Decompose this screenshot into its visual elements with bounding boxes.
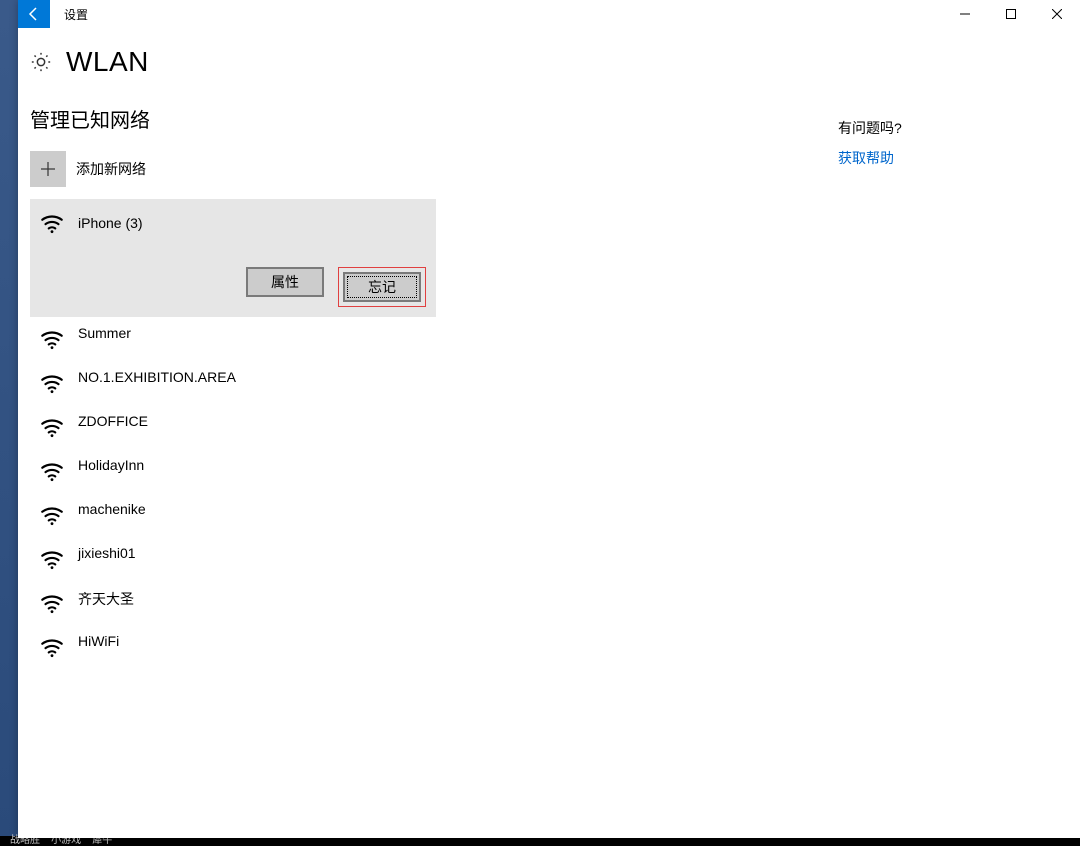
settings-window: 设置 WLAN 管理已知网络 <box>18 0 1080 838</box>
help-sidebar: 有问题吗? 获取帮助 <box>838 118 1038 168</box>
network-name: NO.1.EXHIBITION.AREA <box>78 369 236 385</box>
wifi-icon <box>38 369 66 397</box>
page-title: WLAN <box>66 46 149 78</box>
page-header: WLAN <box>30 46 838 78</box>
network-name: jixieshi01 <box>78 545 136 561</box>
annotation-highlight: 忘记 <box>338 267 426 307</box>
network-name: HiWiFi <box>78 633 119 649</box>
network-name: machenike <box>78 501 146 517</box>
known-networks-list: iPhone (3) 属性 忘记 Summer NO.1.EXHIBIT <box>30 199 838 669</box>
wifi-icon <box>38 501 66 529</box>
forget-button[interactable]: 忘记 <box>343 272 421 302</box>
desktop-background-edge <box>0 0 18 846</box>
network-name: Summer <box>78 325 131 341</box>
wifi-icon <box>38 457 66 485</box>
gear-icon <box>30 51 52 73</box>
network-name: HolidayInn <box>78 457 144 473</box>
network-item[interactable]: HolidayInn <box>30 449 436 493</box>
back-button[interactable] <box>18 0 50 28</box>
wifi-icon <box>38 325 66 353</box>
maximize-icon <box>1006 9 1016 19</box>
network-name: 齐天大圣 <box>78 589 134 609</box>
help-header: 有问题吗? <box>838 118 1038 138</box>
wifi-icon <box>38 413 66 441</box>
wifi-icon <box>38 633 66 661</box>
maximize-button[interactable] <box>988 0 1034 28</box>
add-network-label: 添加新网络 <box>76 159 146 179</box>
close-icon <box>1052 9 1062 19</box>
network-name: iPhone (3) <box>78 215 143 231</box>
section-header: 管理已知网络 <box>30 104 838 133</box>
network-item[interactable]: NO.1.EXHIBITION.AREA <box>30 361 436 405</box>
network-item[interactable]: jixieshi01 <box>30 537 436 581</box>
titlebar: 设置 <box>18 0 1080 28</box>
network-item[interactable]: Summer <box>30 317 436 361</box>
close-button[interactable] <box>1034 0 1080 28</box>
main-column: WLAN 管理已知网络 添加新网络 iPhone (3) <box>18 46 838 838</box>
minimize-icon <box>960 9 970 19</box>
content-area: WLAN 管理已知网络 添加新网络 iPhone (3) <box>18 28 1080 838</box>
arrow-left-icon <box>26 6 42 22</box>
minimize-button[interactable] <box>942 0 988 28</box>
properties-button[interactable]: 属性 <box>246 267 324 297</box>
network-item[interactable]: machenike <box>30 493 436 537</box>
help-link[interactable]: 获取帮助 <box>838 148 1038 168</box>
network-item[interactable]: HiWiFi <box>30 625 436 669</box>
wifi-icon <box>38 209 66 237</box>
network-item[interactable]: 齐天大圣 <box>30 581 436 625</box>
window-controls <box>942 0 1080 28</box>
network-name: ZDOFFICE <box>78 413 148 429</box>
window-title: 设置 <box>50 0 102 28</box>
plus-icon <box>30 151 66 187</box>
wifi-icon <box>38 589 66 617</box>
titlebar-drag-area[interactable] <box>102 0 942 28</box>
wifi-icon <box>38 545 66 573</box>
network-item[interactable]: ZDOFFICE <box>30 405 436 449</box>
network-actions: 属性 忘记 <box>38 249 428 307</box>
network-item-selected[interactable]: iPhone (3) 属性 忘记 <box>30 199 436 317</box>
add-network-button[interactable]: 添加新网络 <box>30 151 436 187</box>
